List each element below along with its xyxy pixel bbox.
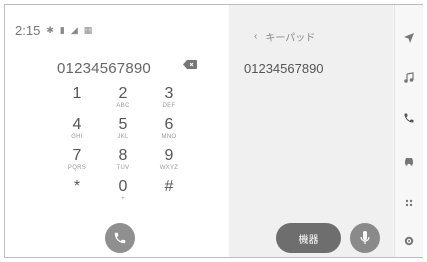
keypad-panel: ‹ キーパッド 01234567890 機器: [229, 5, 393, 257]
nav-music[interactable]: [395, 66, 423, 90]
key-4[interactable]: 4 GHI: [55, 116, 99, 141]
key-2[interactable]: 2 ABC: [101, 85, 145, 110]
key-hash[interactable]: #: [147, 178, 191, 195]
panel-header: ‹ キーパッド: [254, 29, 315, 44]
navigation-arrow-icon: [404, 33, 414, 43]
dialed-number: 01234567890: [57, 60, 151, 77]
key-9[interactable]: 9 WXYZ: [147, 147, 191, 172]
backspace-icon[interactable]: [183, 60, 197, 69]
nav-vehicle[interactable]: [395, 149, 423, 173]
microphone-icon: [360, 231, 370, 244]
music-note-icon: [404, 72, 414, 83]
key-7[interactable]: 7 PQRS: [55, 147, 99, 172]
call-button[interactable]: [105, 223, 135, 253]
cell-signal-icon: ◢: [70, 25, 78, 35]
mic-button[interactable]: [350, 223, 380, 253]
panel-title: キーパッド: [265, 33, 316, 44]
key-star[interactable]: *: [55, 178, 99, 195]
key-1[interactable]: 1: [55, 85, 99, 102]
settings-gear-icon: [404, 236, 414, 246]
key-3[interactable]: 3 DEF: [147, 85, 191, 110]
phone-signal-icon: ▮: [59, 25, 65, 35]
back-button[interactable]: ‹: [254, 31, 257, 42]
dialer-panel: 2:15 ✱ ▮ ◢ ▦ 01234567890 1 2 ABC 3 DEF 4 GH…: [5, 5, 228, 257]
apps-icon: [405, 199, 413, 207]
phone-icon: [114, 232, 126, 244]
panel-number: 01234567890: [244, 61, 324, 76]
nav-settings[interactable]: [395, 229, 423, 253]
key-8[interactable]: 8 TUV: [101, 147, 145, 172]
car-icon: [405, 158, 413, 166]
bluetooth-icon: ✱: [46, 25, 54, 35]
key-6[interactable]: 6 MNO: [147, 116, 191, 141]
status-bar: 2:15 ✱ ▮ ◢ ▦: [15, 23, 92, 38]
clock: 2:15: [15, 23, 41, 38]
phone-icon: [404, 113, 414, 123]
side-nav: [394, 5, 423, 257]
device-button[interactable]: 機器: [276, 223, 341, 253]
nav-navigation[interactable]: [395, 26, 423, 50]
key-0[interactable]: 0 +: [101, 178, 145, 203]
battery-icon: ▦: [83, 25, 93, 35]
key-5[interactable]: 5 JKL: [101, 116, 145, 141]
nav-apps[interactable]: [395, 191, 423, 215]
nav-phone[interactable]: [395, 106, 423, 130]
